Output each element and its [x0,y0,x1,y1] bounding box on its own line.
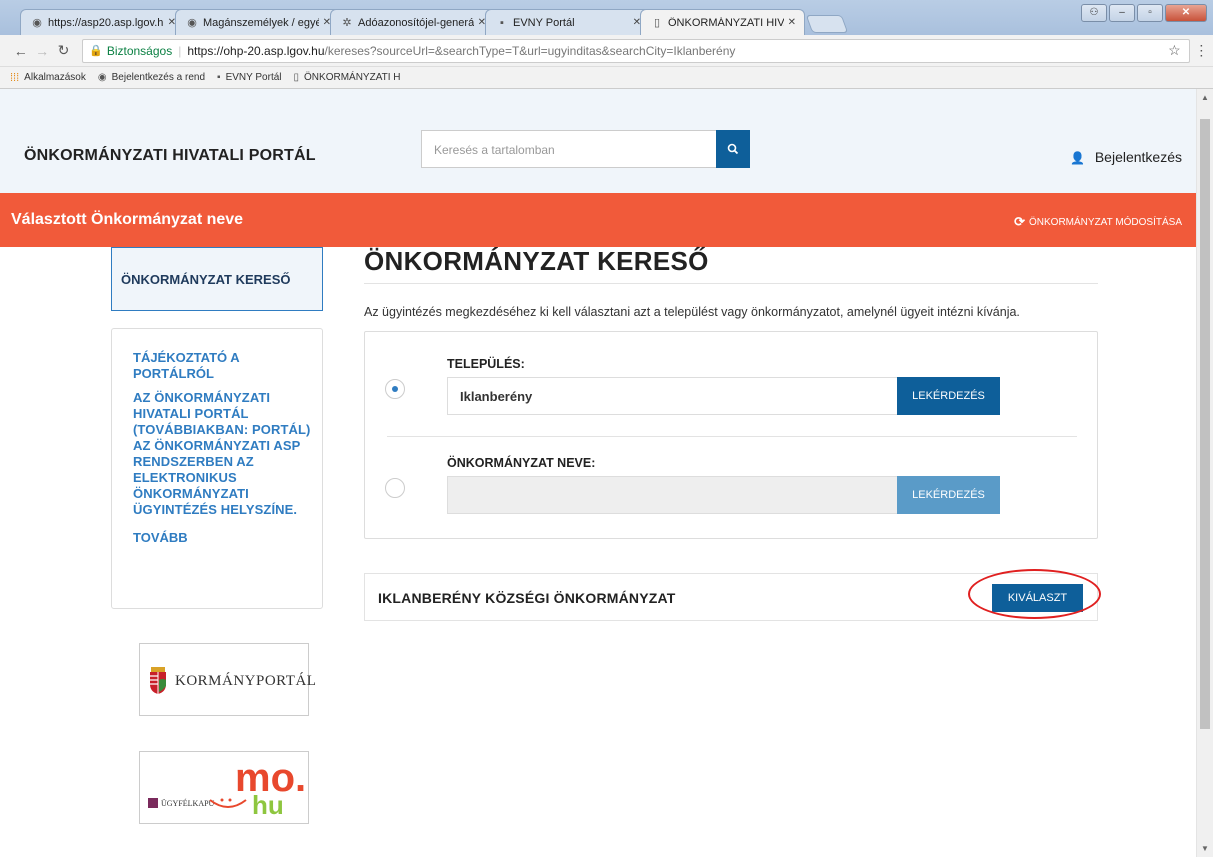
settlement-label: TELEPÜLÉS: [447,357,525,371]
tab-asp20[interactable]: ◉ https://asp20.asp.lgov.hu ✕ [20,9,185,35]
bookmark-label: Bejelentkezés a rend [111,72,206,83]
bookmark-label: ÖNKORMÁNYZATI H [304,72,401,83]
result-row: IKLANBERÉNY KÖZSÉGI ÖNKORMÁNYZAT KIVÁLAS… [364,573,1098,621]
settlement-field[interactable]: Iklanberény [447,377,898,415]
settlement-radio[interactable] [385,379,405,399]
tab-maganszemelyek[interactable]: ◉ Magánszemélyek / egyé ✕ [175,9,340,35]
search-button[interactable] [716,130,750,168]
back-icon[interactable]: ← [10,43,31,59]
forward-icon[interactable]: → [31,43,52,59]
tab-label: EVNY Portál [513,16,575,29]
info-box: TÁJÉKOZTATÓ A PORTÁLRÓL AZ ÖNKORMÁNYZATI… [111,328,323,609]
tab-strip: ◉ https://asp20.asp.lgov.hu ✕ ◉ Magánsze… [20,5,849,35]
page-viewport: ÖNKORMÁNYZATI HIVATALI PORTÁL Keresés a … [0,89,1196,857]
close-icon[interactable]: ✕ [788,17,796,28]
ugyfelkapu-text: ÜGYFÉLKAPU [161,799,215,808]
kormanyportal-logo[interactable]: KORMÁNYPORTÁL [139,643,316,716]
coat-of-arms-icon [150,667,166,694]
more-link[interactable]: TOVÁBB [133,530,312,546]
sidebar-item-label: ÖNKORMÁNYZAT KERESŐ [121,272,291,287]
window-controls: ⚇ – ▫ ✕ [1081,4,1207,22]
search-form: TELEPÜLÉS: Iklanberény LEKÉRDEZÉS ÖNKORM… [364,331,1098,539]
url-host: https://ohp-20.asp.lgov.hu [187,43,325,58]
select-button[interactable]: KIVÁLASZT [992,584,1083,612]
settlement-query-button[interactable]: LEKÉRDEZÉS [897,377,1000,415]
minimize-button[interactable]: – [1109,4,1135,22]
page-title: ÖNKORMÁNYZAT KERESŐ [364,246,709,276]
tab-onkormanyzati[interactable]: ▯ ÖNKORMÁNYZATI HIVA ✕ [640,9,805,35]
info-title-link[interactable]: TÁJÉKOZTATÓ A PORTÁLRÓL [133,350,312,382]
globe-icon: ◉ [32,16,42,29]
kormanyportal-text: KORMÁNYPORTÁL [175,673,317,689]
site-header: ÖNKORMÁNYZATI HIVATALI PORTÁL Keresés a … [0,89,1196,193]
selected-municipality-bar: Választott Önkormányzat neve ⟳ ÖNKORMÁNY… [0,193,1196,247]
secure-label: Biztonságos [106,43,173,58]
menu-icon[interactable]: ⋮ [1190,42,1213,59]
sidebar-item-kereso[interactable]: ÖNKORMÁNYZAT KERESŐ [111,247,323,311]
scroll-down-icon[interactable]: ▼ [1201,844,1209,853]
divider [364,283,1098,284]
page-scrollbar[interactable]: ▲ ▼ [1196,89,1213,857]
tab-label: https://asp20.asp.lgov.hu [48,16,164,29]
lock-icon: 🔒 [89,45,103,57]
scroll-up-icon[interactable]: ▲ [1201,93,1209,102]
address-bar: ← → ↻ 🔒 Biztonságos | https://ohp-20.asp… [0,35,1213,67]
url-field[interactable]: 🔒 Biztonságos | https://ohp-20.asp.lgov.… [82,38,1190,63]
browser-titlebar: ◉ https://asp20.asp.lgov.hu ✕ ◉ Magánsze… [0,0,1213,35]
maximize-button[interactable]: ▫ [1137,4,1163,22]
window-close-button[interactable]: ✕ [1165,4,1207,22]
portal-icon: ▪ [500,16,504,29]
globe-icon: ◉ [97,72,107,83]
reload-icon[interactable]: ↻ [53,42,74,59]
tab-label: Adóazonosítójel-generá [358,16,474,29]
login-label: Bejelentkezés [1094,149,1182,165]
tab-label: Magánszemélyek / egyé [203,16,319,29]
globe-icon: ◉ [187,16,197,29]
portal-icon: ▪ [217,72,221,83]
new-tab-button[interactable] [805,15,849,33]
result-name: IKLANBERÉNY KÖZSÉGI ÖNKORMÁNYZAT [378,590,676,606]
municipality-query-button[interactable]: LEKÉRDEZÉS [897,476,1000,514]
tab-evny[interactable]: ▪ EVNY Portál ✕ [485,9,650,35]
tab-label: ÖNKORMÁNYZATI HIVA [668,16,784,29]
bookmark-label: Alkalmazások [24,72,86,83]
ugyfelkapu-logo[interactable]: ÜGYFÉLKAPU mo. hu [139,751,309,824]
bookmark-label: EVNY Portál [225,72,282,83]
bookmark-bejelentkezes[interactable]: ◉ Bejelentkezés a rend [98,72,205,83]
url-path: /kereses?sourceUrl=&searchType=T&url=ugy… [324,43,736,58]
change-municipality-link[interactable]: ⟳ ÖNKORMÁNYZAT MÓDOSÍTÁSA [1014,214,1182,230]
tab-adoazonosito[interactable]: ✲ Adóazonosítójel-generá ✕ [330,9,495,35]
search-icon [727,143,739,155]
bookmark-onkormanyzati[interactable]: ▯ ÖNKORMÁNYZATI H [294,72,401,83]
apps-icon: ⁞⁞⁞ [10,71,20,84]
bookmark-apps[interactable]: ⁞⁞⁞ Alkalmazások [10,72,86,84]
divider: | [178,43,182,58]
municipality-label: ÖNKORMÁNYZAT NEVE: [447,456,596,470]
page-icon: ▯ [653,16,661,29]
user-icon: 👤 [1069,151,1085,165]
scroll-thumb[interactable] [1200,119,1210,729]
refresh-icon: ⟳ [1014,214,1026,229]
hu-text: hu [252,790,284,820]
site-title[interactable]: ÖNKORMÁNYZATI HIVATALI PORTÁL [24,147,316,165]
info-text: AZ ÖNKORMÁNYZATI HIVATALI PORTÁL (TOVÁBB… [133,390,311,517]
divider [387,436,1077,437]
change-municipality-label: ÖNKORMÁNYZAT MÓDOSÍTÁSA [1029,216,1182,228]
bookmark-evny[interactable]: ▪ EVNY Portál [217,72,282,83]
gear-icon: ✲ [342,16,352,29]
search-input[interactable]: Keresés a tartalomban [421,130,716,168]
star-icon[interactable]: ☆ [1168,42,1181,59]
user-icon[interactable]: ⚇ [1081,4,1107,22]
municipality-field[interactable] [447,476,898,514]
login-link[interactable]: 👤 Bejelentkezés [1070,149,1182,165]
intro-text: Az ügyintézés megkezdéséhez ki kell vála… [364,305,1020,319]
page-icon: ▯ [293,72,300,83]
municipality-radio[interactable] [385,478,405,498]
bookmarks-bar: ⁞⁞⁞ Alkalmazások ◉ Bejelentkezés a rend … [0,67,1213,89]
ugyfelkapu-mark [148,798,158,808]
selected-municipality-name: Választott Önkormányzat neve [11,211,244,228]
